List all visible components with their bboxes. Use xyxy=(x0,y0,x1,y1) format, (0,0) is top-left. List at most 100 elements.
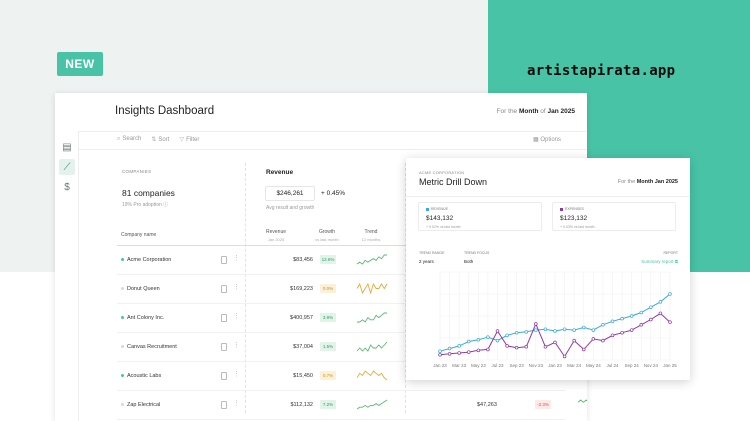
trend-range-select[interactable]: 2 years xyxy=(419,259,434,264)
data-point-revenue xyxy=(629,314,634,318)
column-header-growth[interactable]: Growth vs last month xyxy=(308,229,346,243)
company-name[interactable]: Ant Colony Inc. xyxy=(121,315,164,321)
more-options-icon[interactable]: ⋮ xyxy=(233,283,240,291)
document-icon[interactable] xyxy=(221,401,227,409)
sparkline-path xyxy=(356,254,387,265)
revenue-value: $246,261 xyxy=(265,186,315,201)
row-trend-sparkline xyxy=(356,399,388,410)
filter-button[interactable]: ▽ Filter xyxy=(179,136,199,143)
row-growth-badge: 0.7% xyxy=(320,371,336,380)
period-selector[interactable]: For the Month of Jan 2025 xyxy=(497,108,575,115)
drill-title: Metric Drill Down xyxy=(419,177,488,187)
sparkline-path xyxy=(356,399,388,410)
expenses-card-value: $123,132 xyxy=(560,215,588,222)
watermark-text: artistapirata.app xyxy=(527,63,676,79)
data-point-expenses xyxy=(582,347,586,352)
trend-focus-select[interactable]: Both xyxy=(464,259,473,264)
row-trend-sparkline xyxy=(357,312,387,323)
row-revenue: $37,004 xyxy=(293,344,313,350)
row-growth-badge: 1.5% xyxy=(320,342,336,351)
external-link-icon: ⧉ xyxy=(674,259,678,264)
revenue-card-change: + 0.02% xyxy=(426,225,439,229)
column-header-revenue[interactable]: Revenue Jan 2025 xyxy=(253,229,299,243)
briefcase-icon[interactable]: ▤ xyxy=(59,139,75,155)
trend-chart-icon[interactable]: ⟋ xyxy=(59,159,75,175)
revenue-swatch xyxy=(426,207,429,211)
table-row[interactable]: Zap Electrical ⋮ $112,132 7.2% $47,263 -2.3% xyxy=(117,391,587,420)
data-point-revenue xyxy=(438,349,442,353)
data-point-expenses xyxy=(543,345,548,349)
company-name[interactable]: Donut Queen xyxy=(121,286,160,292)
status-dot xyxy=(121,345,124,349)
revenue-label: Revenue xyxy=(266,169,294,176)
more-options-icon[interactable]: ⋮ xyxy=(233,341,240,349)
more-options-icon[interactable]: ⋮ xyxy=(233,254,240,262)
company-name[interactable]: Zap Electrical xyxy=(121,402,160,408)
company-name[interactable]: Canvas Recruitment xyxy=(121,344,177,350)
sort-icon: ⇅ xyxy=(151,137,157,143)
data-point-revenue xyxy=(658,300,663,304)
period-value[interactable]: Jan 2025 xyxy=(548,108,575,115)
sort-button[interactable]: ⇅ Sort xyxy=(151,136,169,143)
document-icon[interactable] xyxy=(221,256,227,264)
data-point-revenue xyxy=(447,346,452,351)
filter-icon: ▽ xyxy=(179,137,185,143)
revenue-change: + 0.45% xyxy=(321,190,346,197)
dollar-document-icon[interactable]: $ xyxy=(59,179,75,195)
column-header-trend[interactable]: Trend 12 months xyxy=(353,229,389,243)
drill-company-label: ACME CORPORATION xyxy=(419,170,465,175)
data-point-revenue xyxy=(514,330,519,335)
data-point-expenses xyxy=(620,330,624,335)
period-unit[interactable]: Month xyxy=(519,108,539,115)
companies-label: COMPANIES xyxy=(122,169,152,174)
data-point-expenses xyxy=(457,351,461,355)
info-icon[interactable]: ⓘ xyxy=(163,202,168,208)
data-point-revenue xyxy=(553,329,557,333)
status-dot xyxy=(121,403,124,407)
row-extra-growth-badge: -2.3% xyxy=(535,400,551,409)
document-icon[interactable] xyxy=(221,372,227,380)
data-point-expenses xyxy=(466,350,471,354)
data-point-revenue xyxy=(639,310,644,315)
row-growth-badge: 3.9% xyxy=(320,313,336,322)
more-options-icon[interactable]: ⋮ xyxy=(233,370,240,378)
data-point-expenses xyxy=(572,338,576,343)
data-point-revenue xyxy=(668,292,672,296)
status-dot xyxy=(121,258,124,262)
data-point-revenue xyxy=(591,328,596,332)
document-icon[interactable] xyxy=(221,314,227,322)
expenses-card[interactable]: EXPENSES $123,132 + 0.03% vs last month xyxy=(552,202,676,231)
data-point-revenue xyxy=(476,338,481,342)
data-point-revenue xyxy=(620,316,624,321)
data-point-revenue xyxy=(543,327,548,331)
data-point-expenses xyxy=(668,320,672,324)
period-of: of xyxy=(540,108,546,115)
revenue-card[interactable]: REVENUE $143,132 + 0.02% vs last month xyxy=(418,202,542,231)
data-point-expenses xyxy=(534,322,538,326)
column-header-company[interactable]: Company name xyxy=(121,232,156,239)
sparkline-path xyxy=(356,370,388,381)
company-name[interactable]: Acoustic Labs xyxy=(121,373,161,379)
options-button[interactable]: ▦ Options xyxy=(533,136,561,143)
pro-adoption: 19% Pro adoption ⓘ xyxy=(122,202,169,208)
more-options-icon[interactable]: ⋮ xyxy=(233,312,240,320)
revenue-card-value: $143,132 xyxy=(426,215,454,222)
search-button[interactable]: ⌕ Search xyxy=(117,136,141,143)
summary-report-link[interactable]: Summary report ⧉ xyxy=(641,259,678,264)
row-growth-badge: 7.2% xyxy=(320,400,336,409)
document-icon[interactable] xyxy=(221,285,227,293)
company-name[interactable]: Acme Corporation xyxy=(121,257,171,263)
sparkline-path xyxy=(356,341,388,352)
data-point-expenses xyxy=(649,317,653,322)
data-point-revenue xyxy=(534,328,538,332)
expenses-swatch xyxy=(560,207,563,211)
x-tick-label: Jan 25 xyxy=(663,363,677,368)
drill-period-selector[interactable]: For the Month Jan 2025 xyxy=(618,179,678,185)
companies-count: 81 companies xyxy=(122,188,175,198)
data-point-revenue xyxy=(466,339,471,344)
data-point-expenses xyxy=(514,345,519,350)
more-options-icon[interactable]: ⋮ xyxy=(233,399,240,407)
row-revenue: $15,450 xyxy=(293,373,313,379)
toolbar: ⌕ Search ⇅ Sort ▽ Filter xyxy=(117,136,199,143)
document-icon[interactable] xyxy=(221,343,227,351)
